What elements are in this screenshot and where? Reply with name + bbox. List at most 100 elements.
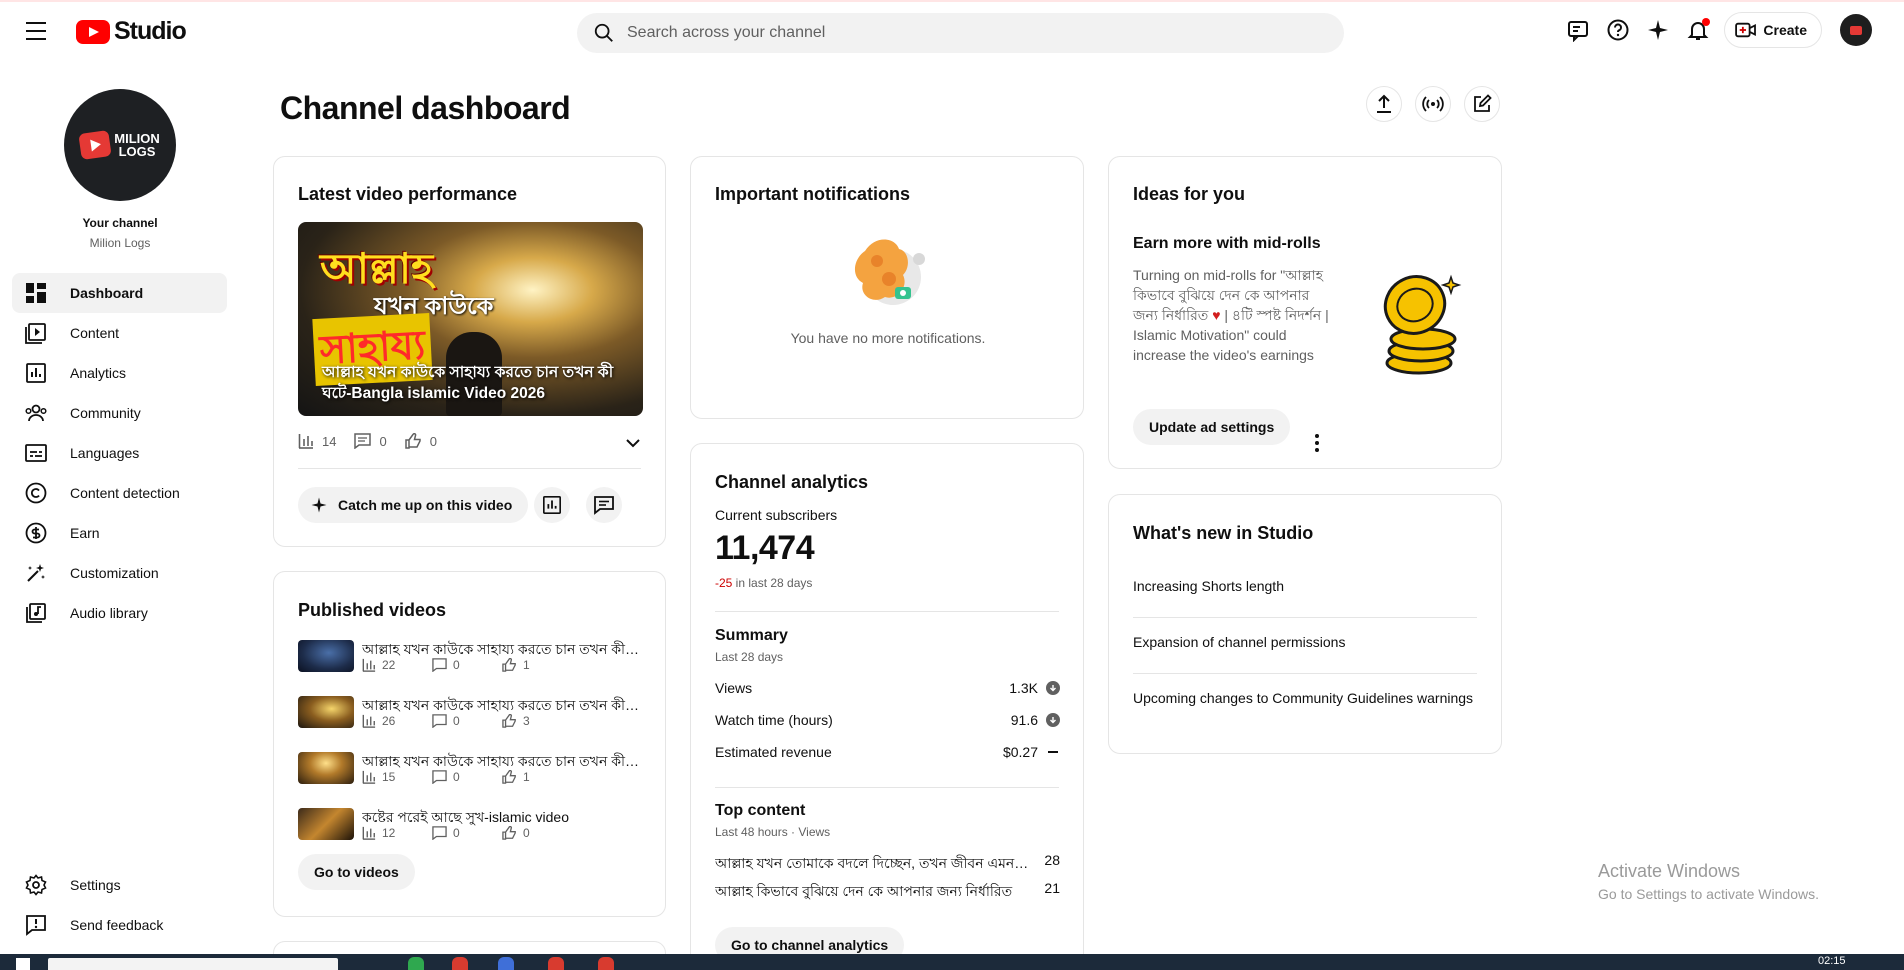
ideas-card: Ideas for you Earn more with mid-rolls T…: [1108, 156, 1502, 469]
divider: [298, 468, 641, 469]
likes-count: 0: [523, 826, 530, 840]
empty-notifications-illustration: [854, 239, 925, 305]
sidebar-item-customization[interactable]: Customization: [12, 553, 227, 593]
views-count: 26: [382, 714, 396, 728]
taskbar-app-icon[interactable]: [548, 957, 564, 970]
latest-video-thumbnail[interactable]: আল্লাহ যখন কাউকে সাহায্য আল্লাহ যখন কাউক…: [298, 222, 643, 416]
search-input[interactable]: [627, 24, 1307, 42]
youtube-play-icon: [76, 19, 110, 44]
metric-row-revenue[interactable]: Estimated revenue $0.27: [715, 742, 1060, 762]
sidebar-item-audio-library[interactable]: Audio library: [12, 593, 227, 633]
top-content-row[interactable]: আল্লাহ কিভাবে বুঝিয়ে দেন কে আপনার জন্য …: [715, 880, 1060, 904]
list-item[interactable]: কষ্টের পরেই আছে সুখ-islamic video 12 0 0: [298, 808, 643, 848]
published-videos-card: Published videos আল্লাহ যখন কাউকে সাহায্…: [273, 571, 666, 917]
analytics-icon: [24, 361, 48, 385]
sparkle-icon[interactable]: [1644, 16, 1672, 44]
update-ad-settings-button[interactable]: Update ad settings: [1133, 409, 1291, 445]
trend-flat-icon: [1048, 751, 1058, 753]
taskbar-app-icon[interactable]: [498, 957, 514, 970]
create-button[interactable]: Create: [1724, 12, 1822, 48]
taskbar-app-icon[interactable]: [408, 957, 424, 970]
taskbar-app-icon[interactable]: [598, 957, 614, 970]
bar-chart-icon: [362, 714, 376, 728]
news-item[interactable]: Increasing Shorts length: [1133, 576, 1478, 596]
card-title: Published videos: [298, 600, 447, 620]
sidebar: MILION LOGS Your channel Milion Logs Dash…: [0, 64, 240, 954]
sidebar-item-analytics[interactable]: Analytics: [12, 353, 227, 393]
subscribers-change-value: -25: [715, 576, 733, 590]
top-content-title-2[interactable]: আল্লাহ কিভাবে বুঝিয়ে দেন কে আপনার জন্য …: [715, 880, 1030, 904]
sidebar-item-settings[interactable]: Settings: [12, 865, 227, 905]
top-content-value: 28: [1044, 852, 1060, 868]
list-item[interactable]: আল্লাহ যখন কাউকে সাহায্য করতে চান তখন কী…: [298, 696, 643, 736]
sidebar-item-languages[interactable]: Languages: [12, 433, 227, 473]
expand-chevron-down-icon[interactable]: [625, 435, 641, 453]
sidebar-item-content-detection[interactable]: Content detection: [12, 473, 227, 513]
watermark-line-2: Go to Settings to activate Windows.: [1598, 886, 1819, 902]
taskbar-clock: 02:15: [1818, 955, 1846, 967]
search-bar[interactable]: [577, 13, 1344, 53]
upload-button[interactable]: [1366, 86, 1402, 122]
catch-me-up-button[interactable]: Catch me up on this video: [298, 487, 529, 523]
views-count: 14: [322, 433, 337, 449]
go-to-videos-label: Go to videos: [314, 864, 399, 880]
analytics-icon: [543, 496, 561, 514]
taskbar-app-icon[interactable]: [452, 957, 468, 970]
youtube-studio-logo[interactable]: Studio: [76, 17, 187, 46]
comments-count: 0: [453, 658, 460, 672]
feedback-chat-icon[interactable]: [1564, 16, 1592, 44]
comment-icon: [432, 658, 447, 672]
watermark-line-1: Activate Windows: [1598, 861, 1741, 881]
sidebar-item-content[interactable]: Content: [12, 313, 227, 353]
bar-chart-icon: [362, 658, 376, 672]
bar-chart-icon: [362, 770, 376, 784]
video-thumbnail: [298, 808, 354, 840]
help-icon[interactable]: [1604, 16, 1632, 44]
video-comments-button[interactable]: [586, 487, 622, 523]
sidebar-item-send-feedback[interactable]: Send feedback: [12, 905, 227, 945]
likes-count: 1: [523, 658, 530, 672]
sidebar-item-label: Content: [70, 325, 120, 341]
content-icon: [24, 321, 48, 345]
create-post-button[interactable]: [1464, 86, 1500, 122]
news-item[interactable]: Expansion of channel permissions: [1133, 632, 1478, 652]
video-thumbnail: [298, 752, 354, 784]
trend-down-icon: [1046, 681, 1060, 695]
thumbs-up-icon: [502, 658, 516, 672]
whats-new-card: What's new in Studio Increasing Shorts l…: [1108, 494, 1502, 754]
top-content-row[interactable]: আল্লাহ যখন তোমাকে বদলে দিচ্ছেন, তখন জীবন…: [715, 852, 1060, 876]
your-channel-label[interactable]: Your channel: [0, 216, 240, 230]
go-to-analytics-label: Go to channel analytics: [731, 937, 889, 953]
taskbar-search[interactable]: [48, 958, 338, 970]
channel-avatar[interactable]: MILION LOGS: [64, 89, 176, 201]
metric-row-views[interactable]: Views 1.3K: [715, 678, 1060, 698]
sidebar-item-earn[interactable]: Earn: [12, 513, 227, 553]
comments-stat: 0: [354, 433, 387, 449]
account-avatar[interactable]: [1840, 14, 1872, 46]
subscribers-label: Current subscribers: [715, 507, 838, 523]
video-analytics-button[interactable]: [534, 487, 570, 523]
list-item[interactable]: আল্লাহ যখন কাউকে সাহায্য করতে চান তখন কী…: [298, 640, 643, 680]
idea-title: Earn more with mid-rolls: [1133, 235, 1321, 252]
list-item[interactable]: আল্লাহ যখন কাউকে সাহায্য করতে চান তখন কী…: [298, 752, 643, 792]
more-options-icon[interactable]: [1307, 433, 1327, 453]
dashboard-icon: [24, 281, 48, 305]
sidebar-item-dashboard[interactable]: Dashboard: [12, 273, 227, 313]
notifications-bell-icon[interactable]: [1684, 16, 1712, 44]
page-title: Channel dashboard: [280, 90, 571, 126]
go-live-button[interactable]: [1415, 86, 1451, 122]
divider: [1133, 617, 1477, 618]
languages-icon: [24, 441, 48, 465]
likes-stat: 0: [404, 433, 437, 449]
metric-label: Watch time (hours): [715, 712, 833, 728]
latest-video-caption: আল্লাহ যখন কাউকে সাহায্য করতে চান তখন কী…: [322, 364, 614, 402]
top-content-title-1[interactable]: আল্লাহ যখন তোমাকে বদলে দিচ্ছেন, তখন জীবন…: [715, 852, 1030, 876]
news-item[interactable]: Upcoming changes to Community Guidelines…: [1133, 688, 1478, 708]
divider: [715, 611, 1059, 612]
metric-row-watch-time[interactable]: Watch time (hours) 91.6: [715, 710, 1060, 730]
menu-icon[interactable]: [26, 22, 50, 42]
sidebar-item-community[interactable]: Community: [12, 393, 227, 433]
card-title: Ideas for you: [1133, 184, 1246, 204]
go-to-videos-button[interactable]: Go to videos: [298, 854, 415, 890]
windows-start-icon[interactable]: [16, 958, 30, 970]
